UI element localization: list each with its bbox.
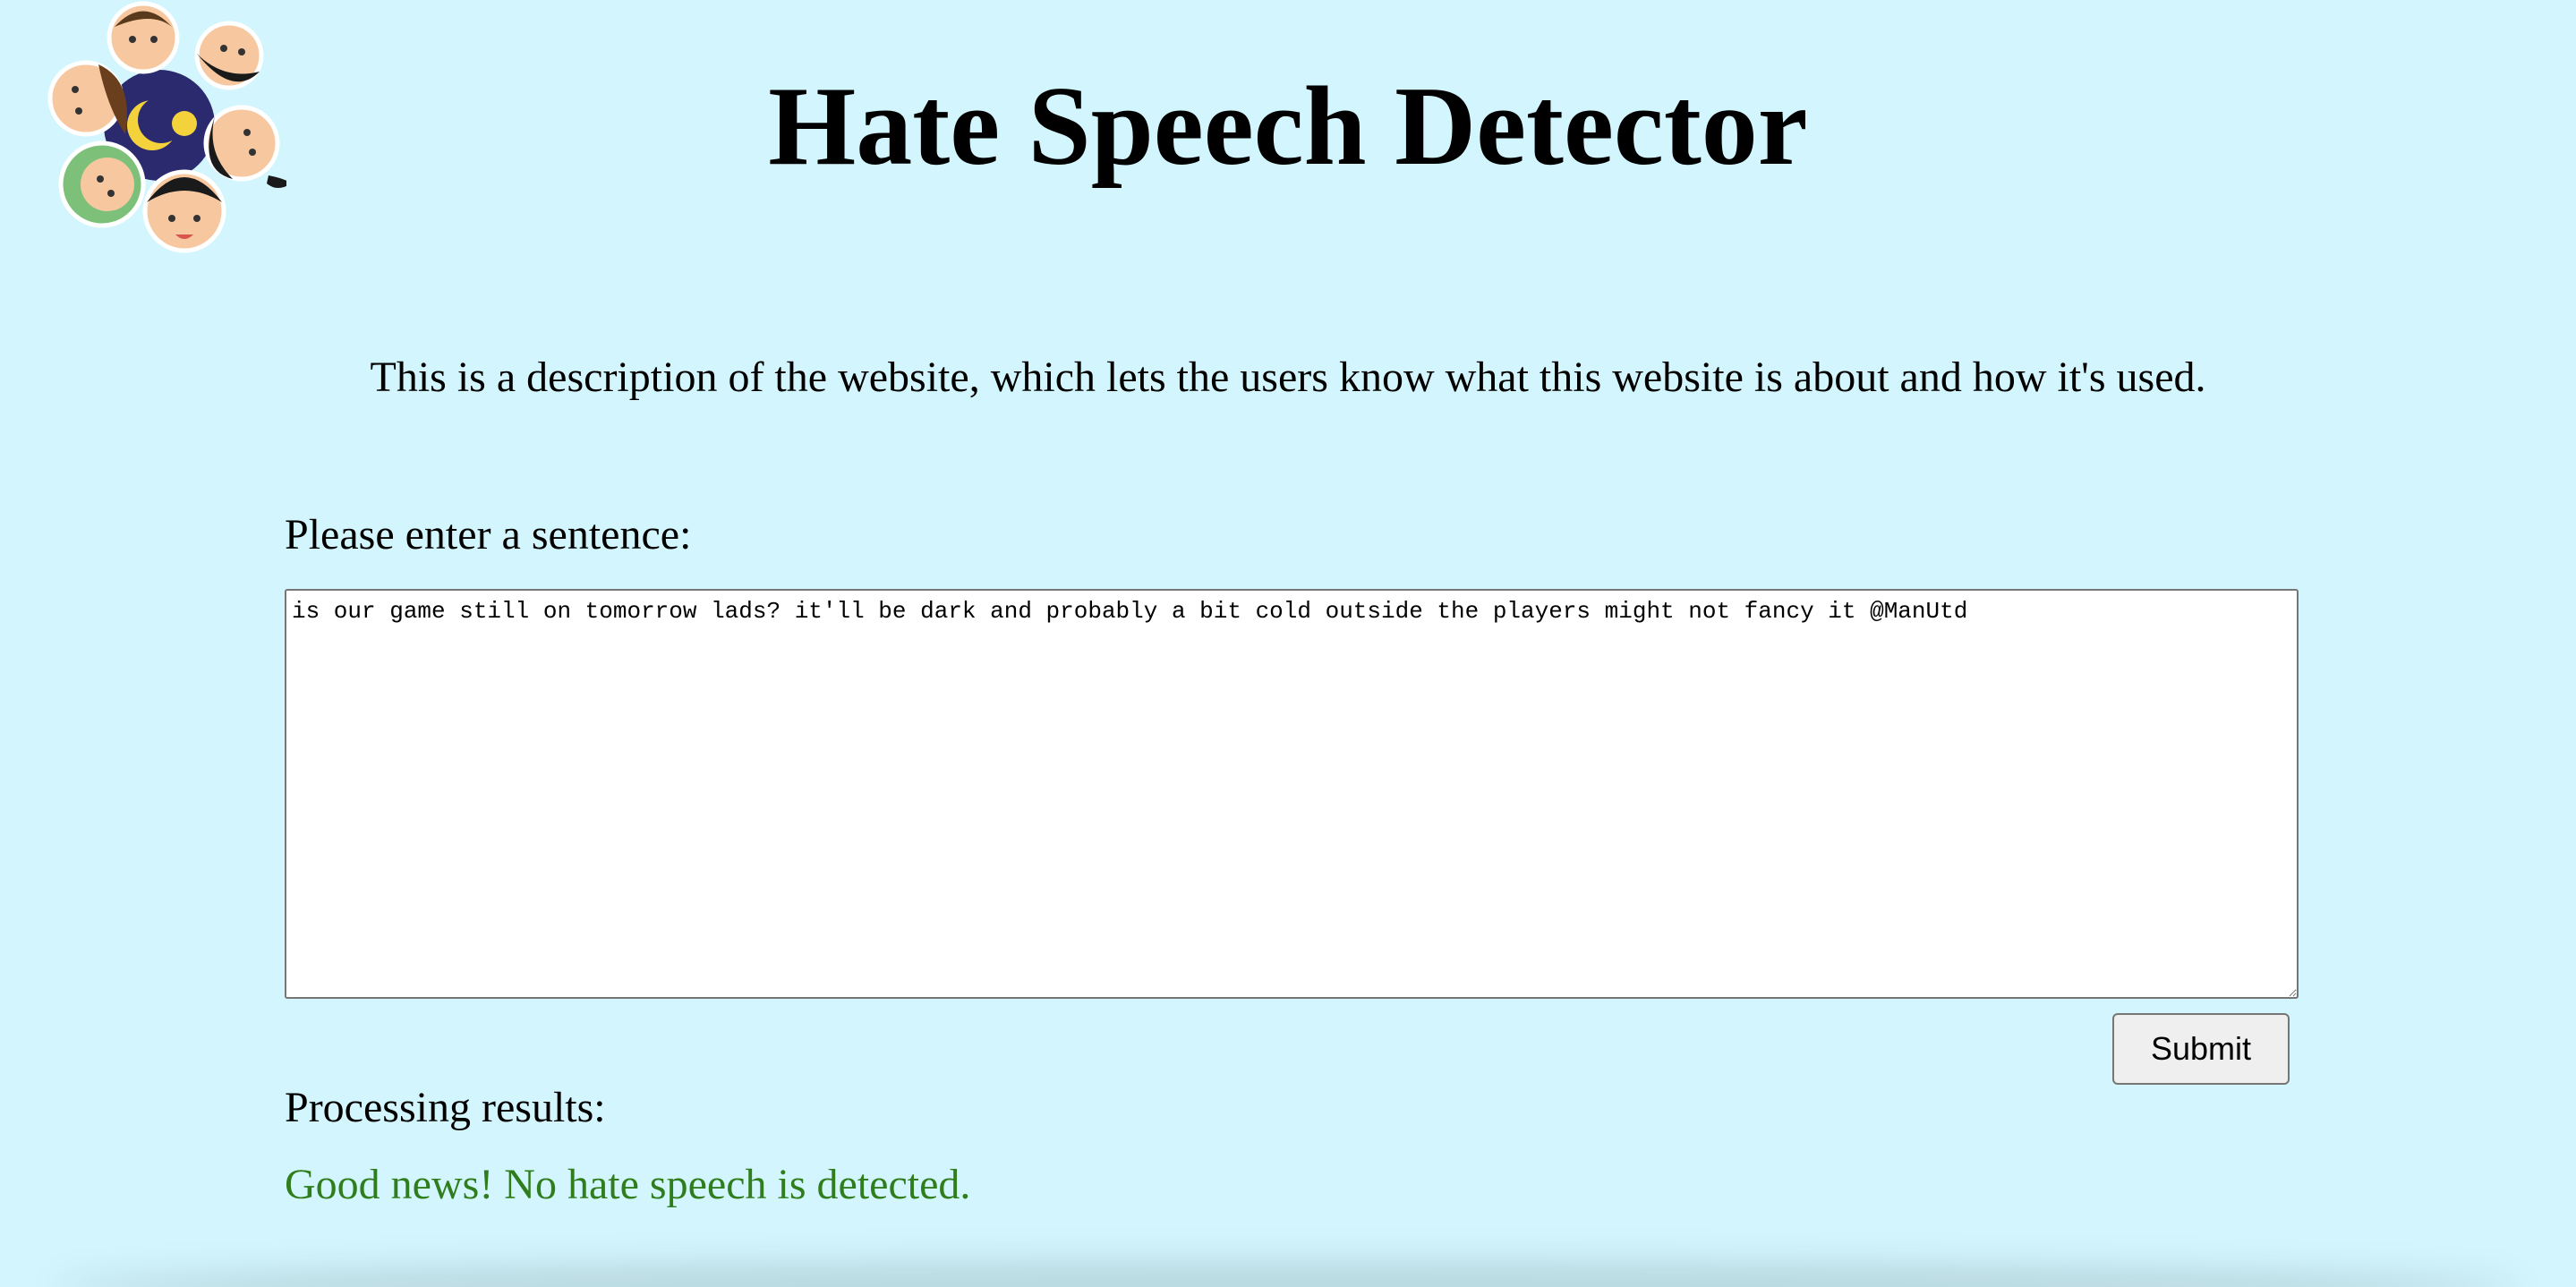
sentence-input[interactable]: [285, 589, 2299, 999]
page: Hate Speech Detector This is a descripti…: [0, 0, 2576, 1287]
submit-button[interactable]: Submit: [2112, 1013, 2290, 1085]
site-description: This is a description of the website, wh…: [370, 354, 2206, 401]
bottom-shadow: [54, 1260, 2522, 1287]
result-message: Good news! No hate speech is detected.: [285, 1161, 971, 1208]
processing-results-label: Processing results:: [285, 1084, 606, 1131]
sentence-input-label: Please enter a sentence:: [285, 511, 692, 558]
page-title: Hate Speech Detector: [768, 64, 1808, 189]
